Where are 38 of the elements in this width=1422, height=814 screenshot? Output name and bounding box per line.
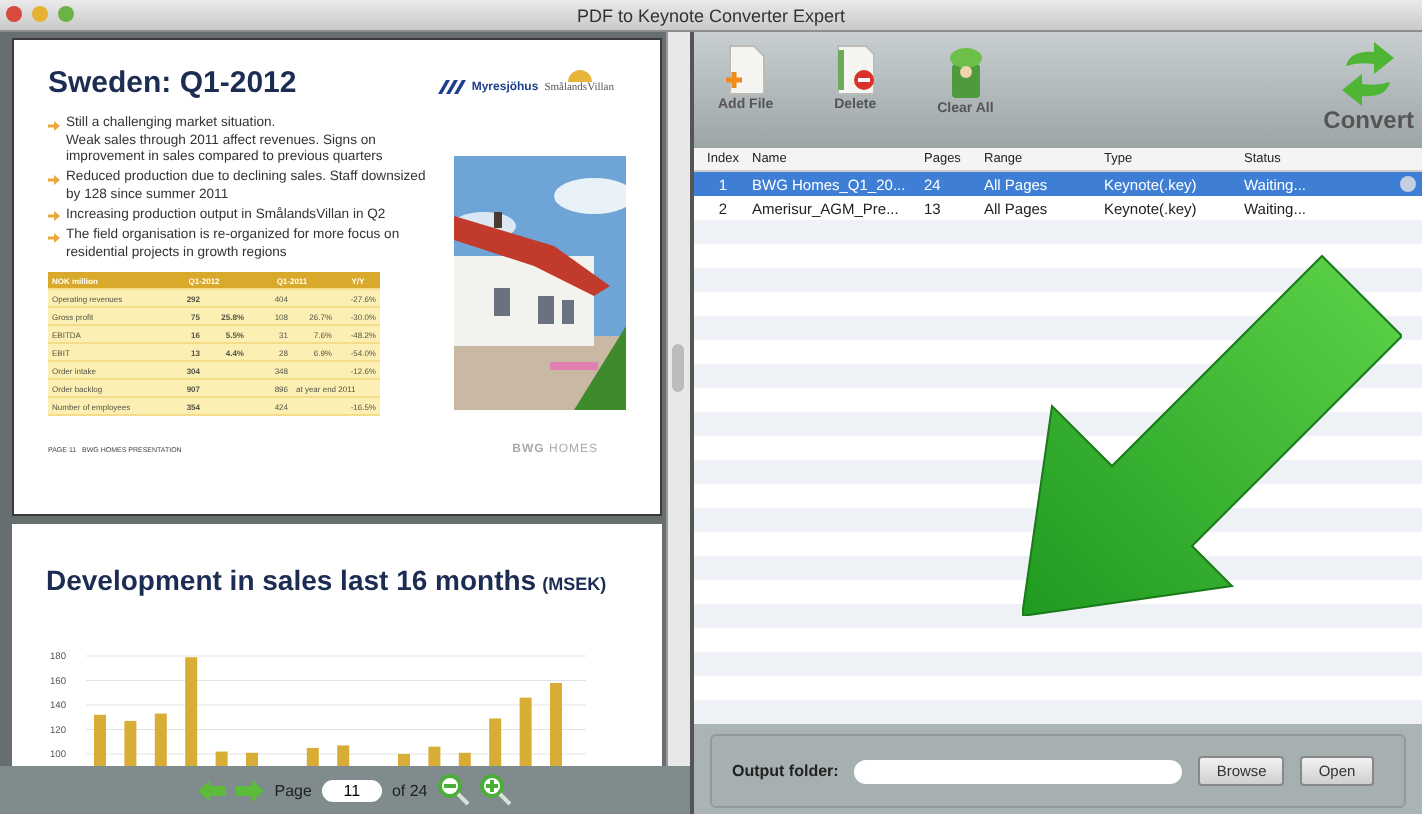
unit-label: (MSEK) xyxy=(542,574,607,594)
output-folder-label: Output folder: xyxy=(732,762,839,780)
add-file-icon xyxy=(723,44,768,96)
chart-bar xyxy=(550,682,562,766)
slide-title: Development in sales last 16 months xyxy=(46,564,537,596)
chart-bar xyxy=(428,746,441,766)
row-option-icon[interactable] xyxy=(1400,176,1416,192)
chart-bar xyxy=(124,720,137,766)
mountain-logo-icon xyxy=(437,80,466,94)
zoom-in-icon[interactable] xyxy=(479,774,512,806)
next-page-icon[interactable] xyxy=(236,779,265,801)
page-label: Page xyxy=(274,781,312,799)
chart-bar xyxy=(154,713,167,766)
zoom-button[interactable] xyxy=(58,6,74,22)
output-folder-field[interactable] xyxy=(854,759,1183,783)
zoom-out-icon[interactable] xyxy=(437,774,470,806)
arrow-icon xyxy=(48,173,60,186)
chart-bar xyxy=(215,751,228,766)
window-title: PDF to Keynote Converter Expert xyxy=(576,5,846,25)
delete-file-icon xyxy=(833,44,878,96)
chart-bar xyxy=(489,718,502,766)
chart-bar xyxy=(519,697,532,766)
arrow-icon xyxy=(48,119,60,131)
chart-bar xyxy=(337,745,350,766)
chart-bar xyxy=(306,747,319,766)
scrollbar[interactable] xyxy=(666,32,690,766)
slide-title: Sweden: Q1-2012 xyxy=(48,66,297,100)
page-field[interactable]: 11 xyxy=(321,779,382,801)
chart-bar xyxy=(185,657,198,766)
convert-arrows-icon xyxy=(1338,42,1399,106)
page-count: of 24 xyxy=(391,781,428,799)
chart-bar xyxy=(94,714,106,766)
sun-logo-icon xyxy=(567,68,592,82)
chart-bar xyxy=(246,752,258,766)
close-button[interactable] xyxy=(6,6,22,22)
chart-bar xyxy=(458,752,471,766)
minimize-button[interactable] xyxy=(32,6,48,22)
previous-page-icon[interactable] xyxy=(198,779,227,801)
